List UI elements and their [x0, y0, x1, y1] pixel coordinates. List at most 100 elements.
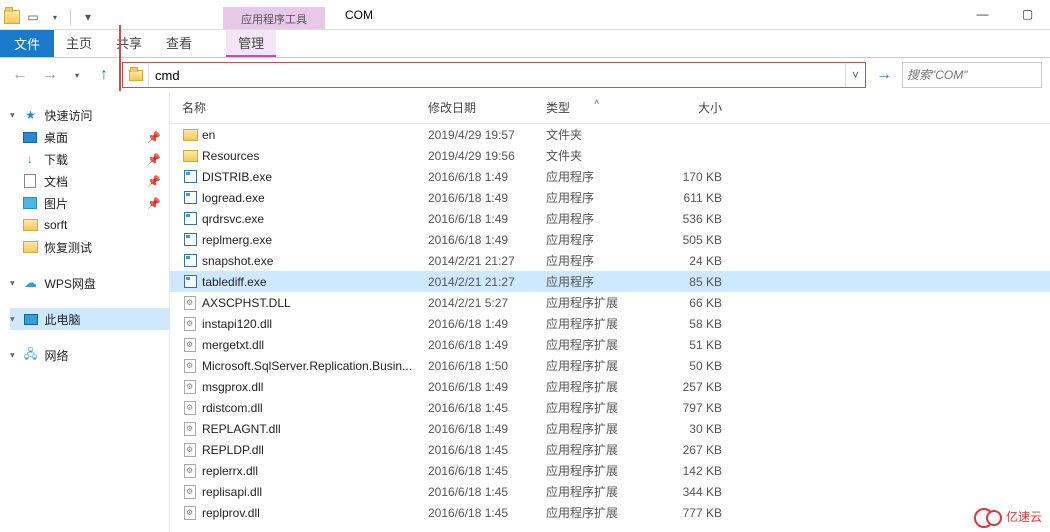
file-name: msgprox.dll — [202, 380, 263, 394]
tab-manage[interactable]: 管理 — [226, 30, 276, 57]
file-row[interactable]: DISTRIB.exe2016/6/18 1:49应用程序170 KB — [170, 166, 1050, 187]
file-row[interactable]: replisapi.dll 2016/6/18 1:45应用程序扩展344 KB — [170, 481, 1050, 502]
back-button[interactable]: ← — [8, 63, 32, 87]
sort-indicator-icon: ˄ — [594, 97, 599, 107]
sidebar-item[interactable]: 桌面📌 — [10, 126, 169, 148]
qat-prop-icon[interactable]: ▭ — [22, 6, 44, 28]
file-size: 257 KB — [654, 380, 734, 394]
sidebar-this-pc[interactable]: 此电脑 — [10, 308, 169, 330]
dll-icon — [182, 463, 198, 479]
file-row[interactable]: Resources2019/4/29 19:56文件夹 — [170, 145, 1050, 166]
file-row[interactable]: REPLAGNT.dll2016/6/18 1:49应用程序扩展30 KB — [170, 418, 1050, 439]
file-name: en — [202, 128, 215, 142]
file-date: 2016/6/18 1:45 — [428, 485, 546, 499]
file-type: 应用程序扩展 — [546, 336, 654, 353]
minimize-button[interactable]: — — [960, 0, 1005, 28]
sidebar-item-label: 下载 — [44, 151, 68, 168]
exe-icon — [182, 211, 198, 227]
file-size: 51 KB — [654, 338, 734, 352]
address-bar: ˅ — [122, 62, 866, 88]
file-name: replprov.dll — [202, 506, 260, 520]
column-type[interactable]: 类型˄ — [546, 99, 654, 116]
address-input[interactable] — [149, 63, 845, 87]
file-row[interactable]: en2019/4/29 19:57文件夹 — [170, 124, 1050, 145]
file-date: 2016/6/18 1:49 — [428, 317, 546, 331]
file-date: 2016/6/18 1:49 — [428, 380, 546, 394]
watermark: 亿速云 — [974, 506, 1042, 526]
dll-icon — [182, 337, 198, 353]
maximize-button[interactable]: ▢ — [1005, 0, 1050, 28]
sidebar-wps[interactable]: ☁ WPS网盘 — [10, 272, 169, 294]
column-size[interactable]: 大小 — [654, 99, 734, 116]
file-type: 应用程序扩展 — [546, 420, 654, 437]
file-row[interactable]: qrdrsvc.exe2016/6/18 1:49应用程序536 KB — [170, 208, 1050, 229]
file-size: 611 KB — [654, 191, 734, 205]
column-headers: 名称 修改日期 类型˄ 大小 — [170, 92, 1050, 124]
contextual-tab-label: 应用程序工具 — [223, 7, 325, 29]
file-type: 应用程序扩展 — [546, 483, 654, 500]
file-row[interactable]: Microsoft.SqlServer.Replication.Busin...… — [170, 355, 1050, 376]
go-button[interactable]: → — [872, 62, 896, 88]
file-row[interactable]: AXSCPHST.DLL2014/2/21 5:27应用程序扩展66 KB — [170, 292, 1050, 313]
pic-icon — [22, 195, 38, 211]
sidebar-item-label: 图片 — [44, 195, 68, 212]
file-date: 2014/2/21 21:27 — [428, 275, 546, 289]
tab-share[interactable]: 共享 — [104, 30, 154, 57]
dll-icon — [182, 421, 198, 437]
sidebar-item[interactable]: 恢复测试 — [10, 236, 169, 258]
column-date[interactable]: 修改日期 — [428, 99, 546, 116]
file-size: 24 KB — [654, 254, 734, 268]
history-dropdown-icon[interactable]: ▾ — [68, 66, 86, 84]
file-row[interactable]: msgprox.dll2016/6/18 1:49应用程序扩展257 KB — [170, 376, 1050, 397]
up-button[interactable]: ↑ — [92, 63, 116, 87]
navigation-pane: ★ 快速访问 桌面📌↓下载📌文档📌图片📌sorft恢复测试 ☁ WPS网盘 此电… — [0, 92, 170, 532]
column-name[interactable]: 名称 — [178, 99, 428, 116]
folder-icon — [182, 148, 198, 164]
file-row[interactable]: replmerg.exe2016/6/18 1:49应用程序505 KB — [170, 229, 1050, 250]
file-row[interactable]: snapshot.exe2014/2/21 21:27应用程序24 KB — [170, 250, 1050, 271]
watermark-text: 亿速云 — [1006, 508, 1042, 525]
dll-icon — [182, 484, 198, 500]
file-date: 2016/6/18 1:49 — [428, 212, 546, 226]
address-folder-icon — [123, 63, 149, 87]
sidebar-item[interactable]: 文档📌 — [10, 170, 169, 192]
dll-icon — [182, 295, 198, 311]
cloud-icon: ☁ — [23, 275, 39, 291]
file-row[interactable]: logread.exe2016/6/18 1:49应用程序611 KB — [170, 187, 1050, 208]
file-type: 应用程序 — [546, 189, 654, 206]
file-date: 2014/2/21 5:27 — [428, 296, 546, 310]
dll-icon — [182, 400, 198, 416]
file-type: 应用程序 — [546, 273, 654, 290]
search-input[interactable] — [907, 68, 1037, 82]
sidebar-item[interactable]: sorft — [10, 214, 169, 236]
file-name: instapi120.dll — [202, 317, 272, 331]
tab-home[interactable]: 主页 — [54, 30, 104, 57]
sidebar-quick-access[interactable]: ★ 快速访问 — [10, 104, 169, 126]
file-row[interactable]: replprov.dll2016/6/18 1:45应用程序扩展777 KB — [170, 502, 1050, 523]
sidebar-item-label: WPS网盘 — [45, 275, 96, 292]
file-row[interactable]: replerrx.dll2016/6/18 1:45应用程序扩展142 KB — [170, 460, 1050, 481]
tab-file[interactable]: 文件 — [0, 30, 54, 57]
sidebar-network[interactable]: 🖧 网络 — [10, 344, 169, 366]
file-size: 344 KB — [654, 485, 734, 499]
file-row[interactable]: tablediff.exe2014/2/21 21:27应用程序85 KB — [170, 271, 1050, 292]
tab-view[interactable]: 查看 — [154, 30, 204, 57]
qat-overflow-icon[interactable]: ▾ — [77, 6, 99, 28]
file-row[interactable]: instapi120.dll 2016/6/18 1:49应用程序扩展58 KB — [170, 313, 1050, 334]
file-type: 应用程序 — [546, 210, 654, 227]
address-dropdown-icon[interactable]: ˅ — [845, 63, 865, 87]
exe-icon — [182, 253, 198, 269]
pc-icon — [23, 311, 39, 327]
file-row[interactable]: mergetxt.dll2016/6/18 1:49应用程序扩展51 KB — [170, 334, 1050, 355]
file-row[interactable]: REPLDP.dll2016/6/18 1:45应用程序扩展267 KB — [170, 439, 1050, 460]
forward-button[interactable]: → — [38, 63, 62, 87]
sidebar-item[interactable]: ↓下载📌 — [10, 148, 169, 170]
file-name: replisapi.dll — [202, 485, 262, 499]
sidebar-item[interactable]: 图片📌 — [10, 192, 169, 214]
file-size: 58 KB — [654, 317, 734, 331]
doc-icon — [22, 173, 38, 189]
qat-dropdown-icon[interactable]: ▾ — [46, 8, 64, 26]
file-type: 应用程序扩展 — [546, 315, 654, 332]
ribbon-tabs: 文件 主页 共享 查看 管理 — [0, 30, 1050, 58]
file-row[interactable]: rdistcom.dll2016/6/18 1:45应用程序扩展797 KB — [170, 397, 1050, 418]
